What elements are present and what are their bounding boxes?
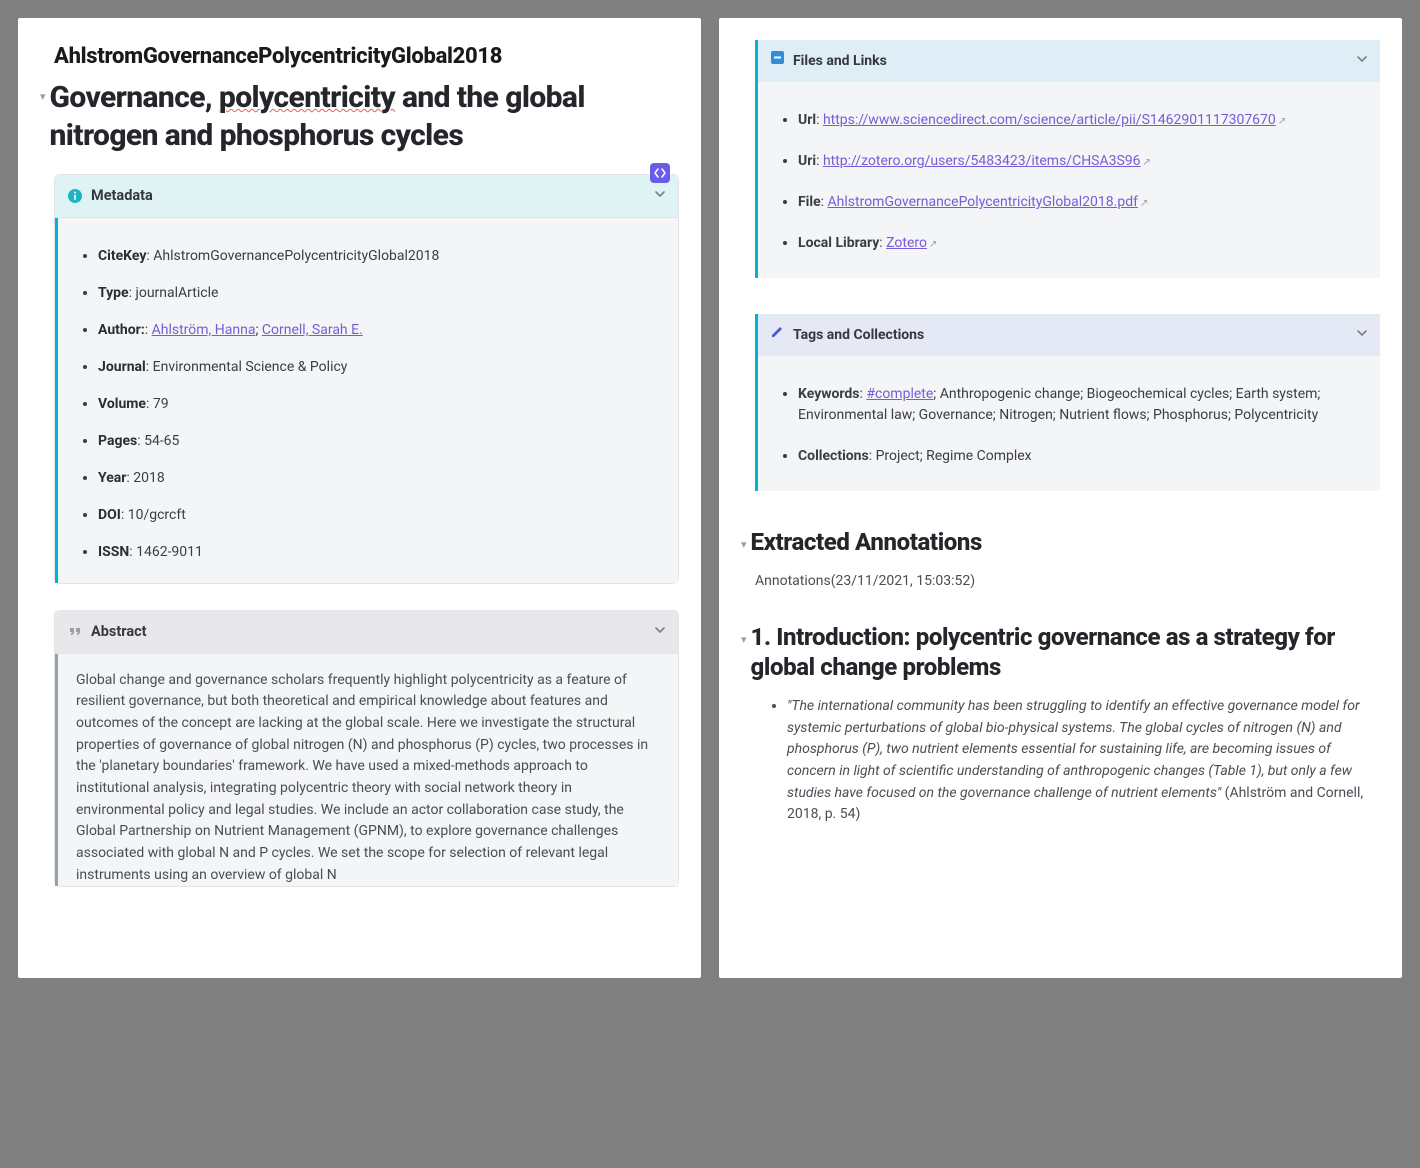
- external-icon: ↗: [1143, 157, 1151, 168]
- local-link[interactable]: Zotero: [886, 235, 927, 251]
- tags-keywords: Keywords: #complete; Anthropogenic chang…: [798, 384, 1362, 426]
- left-pane: AhlstromGovernancePolycentricityGlobal20…: [18, 18, 701, 978]
- author-link-0[interactable]: Ahlström, Hanna: [152, 322, 256, 338]
- document-title: Governance, polycentricity and the globa…: [50, 79, 679, 154]
- tags-title: Tags and Collections: [793, 325, 924, 346]
- meta-journal: Journal: Environmental Science & Policy: [98, 357, 660, 378]
- tags-card: Tags and Collections Keywords: #complete…: [755, 314, 1380, 491]
- fold-icon[interactable]: ▾: [40, 89, 46, 106]
- annotations-timestamp: Annotations(23/11/2021, 15:03:52): [755, 571, 1380, 592]
- minus-square-icon: [770, 50, 785, 72]
- extracted-annotations-heading: Extracted Annotations: [751, 527, 982, 557]
- abstract-text: Global change and governance scholars fr…: [76, 670, 660, 887]
- abstract-card: Abstract Global change and governance sc…: [54, 610, 679, 888]
- external-icon: ↗: [1140, 198, 1148, 209]
- metadata-title: Metadata: [91, 185, 153, 207]
- tags-header[interactable]: Tags and Collections: [758, 314, 1380, 356]
- tags-collections: Collections: Project; Regime Complex: [798, 446, 1362, 467]
- chevron-down-icon: [654, 185, 666, 207]
- external-icon: ↗: [1278, 116, 1286, 127]
- abstract-body: Global change and governance scholars fr…: [55, 654, 678, 887]
- code-badge-icon[interactable]: [650, 163, 670, 183]
- meta-issn: ISSN: 1462-9011: [98, 542, 660, 563]
- info-icon: [67, 188, 83, 204]
- title-underlined: polycentricity: [219, 80, 395, 115]
- keyword-link[interactable]: #complete: [866, 386, 933, 402]
- metadata-body: CiteKey: AhlstromGovernancePolycentricit…: [55, 218, 678, 583]
- citekey-heading: AhlstromGovernancePolycentricityGlobal20…: [54, 40, 679, 73]
- metadata-card: Metadata CiteKey: AhlstromGovernancePoly…: [54, 174, 679, 584]
- meta-type: Type: journalArticle: [98, 283, 660, 304]
- file-link[interactable]: AhlstromGovernancePolycentricityGlobal20…: [828, 194, 1138, 210]
- meta-author: Author:: Ahlström, Hanna; Cornell, Sarah…: [98, 320, 660, 341]
- meta-volume: Volume: 79: [98, 394, 660, 415]
- metadata-header[interactable]: Metadata: [55, 175, 678, 218]
- meta-doi: DOI: 10/gcrcft: [98, 505, 660, 526]
- abstract-header[interactable]: Abstract: [55, 611, 678, 654]
- files-header[interactable]: Files and Links: [758, 40, 1380, 82]
- author-link-1[interactable]: Cornell, Sarah E.: [262, 322, 363, 338]
- meta-pages: Pages: 54-65: [98, 431, 660, 452]
- chevron-down-icon: [1356, 325, 1368, 346]
- files-local: Local Library: Zotero↗: [798, 233, 1362, 254]
- chevron-down-icon: [1356, 51, 1368, 72]
- fold-icon[interactable]: ▾: [741, 537, 747, 554]
- files-title: Files and Links: [793, 51, 887, 72]
- title-pre: Governance,: [50, 80, 219, 115]
- meta-year: Year: 2018: [98, 468, 660, 489]
- fold-icon[interactable]: ▾: [741, 632, 747, 649]
- external-icon: ↗: [929, 239, 937, 250]
- pencil-icon: [770, 324, 785, 346]
- files-card: Files and Links Url: https://www.science…: [755, 40, 1380, 278]
- uri-link[interactable]: http://zotero.org/users/5483423/items/CH…: [823, 153, 1141, 169]
- quote-block: "The international community has been st…: [741, 696, 1380, 826]
- meta-citekey: CiteKey: AhlstromGovernancePolycentricit…: [98, 246, 660, 267]
- files-uri: Uri: http://zotero.org/users/5483423/ite…: [798, 151, 1362, 172]
- url-link[interactable]: https://www.sciencedirect.com/science/ar…: [823, 112, 1276, 128]
- right-pane: Files and Links Url: https://www.science…: [719, 18, 1402, 978]
- files-url: Url: https://www.sciencedirect.com/scien…: [798, 110, 1362, 131]
- files-file: File: AhlstromGovernancePolycentricityGl…: [798, 192, 1362, 213]
- quote-icon: [67, 624, 83, 640]
- annotation-quote: "The international community has been st…: [787, 696, 1380, 826]
- chevron-down-icon: [654, 621, 666, 643]
- abstract-title: Abstract: [91, 621, 147, 643]
- section-heading: 1. Introduction: polycentric governance …: [751, 622, 1380, 682]
